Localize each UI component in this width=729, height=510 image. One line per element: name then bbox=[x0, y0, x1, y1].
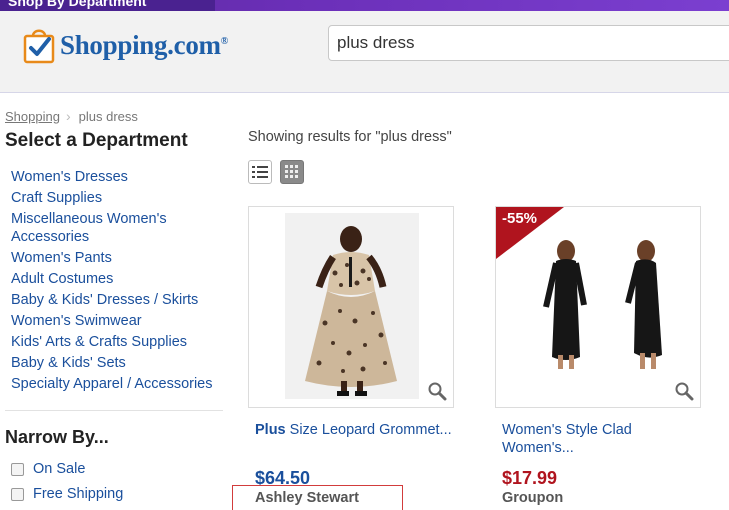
filter-label: Free Shipping bbox=[33, 486, 124, 502]
narrow-by-heading: Narrow By... bbox=[5, 427, 109, 447]
breadcrumb-home-link[interactable]: Shopping bbox=[5, 109, 60, 124]
department-link[interactable]: Kids' Arts & Crafts Supplies bbox=[11, 333, 226, 351]
grid-view-button[interactable] bbox=[280, 160, 304, 184]
chevron-right-icon: › bbox=[65, 108, 71, 124]
grid-view-icon bbox=[285, 165, 298, 178]
breadcrumb-current: plus dress bbox=[78, 108, 138, 124]
department-link[interactable]: Baby & Kids' Sets bbox=[11, 354, 226, 372]
list-view-icon bbox=[252, 166, 268, 178]
site-header: Shopping.com® bbox=[0, 11, 729, 93]
on-sale-checkbox[interactable] bbox=[11, 462, 24, 476]
department-link[interactable]: Baby & Kids' Dresses / Skirts bbox=[11, 291, 226, 309]
free-shipping-checkbox[interactable] bbox=[11, 487, 24, 501]
seller-highlight-box bbox=[232, 485, 403, 510]
shop-by-department-tab[interactable]: Shop By Department bbox=[0, 0, 215, 11]
filter-on-sale[interactable]: On Sale bbox=[11, 461, 85, 477]
department-link[interactable]: Women's Pants bbox=[11, 249, 226, 267]
product-title-link[interactable]: Plus Size Leopard Grommet... bbox=[255, 421, 455, 439]
product-title-link[interactable]: Women's Style Clad Women's... bbox=[502, 421, 702, 457]
product-card[interactable]: -55% bbox=[495, 206, 701, 408]
top-nav-bar: Shop By Department bbox=[0, 0, 729, 11]
product-seller[interactable]: Groupon bbox=[502, 490, 563, 506]
product-image[interactable] bbox=[285, 213, 419, 399]
department-link[interactable]: Adult Costumes bbox=[11, 270, 226, 288]
search-box[interactable] bbox=[328, 25, 729, 61]
list-view-button[interactable] bbox=[248, 160, 272, 184]
department-link[interactable]: Women's Dresses bbox=[11, 168, 226, 186]
shop-by-department-label: Shop By Department bbox=[8, 0, 147, 9]
site-logo[interactable]: Shopping.com® bbox=[22, 25, 228, 65]
shopping-bag-icon bbox=[22, 26, 56, 64]
product-card[interactable] bbox=[248, 206, 454, 408]
sidebar-divider bbox=[5, 410, 223, 411]
filter-label: On Sale bbox=[33, 461, 86, 477]
department-link[interactable]: Specialty Apparel / Accessories bbox=[11, 375, 226, 393]
results-summary: Showing results for "plus dress" bbox=[248, 129, 452, 145]
breadcrumb: Shopping › plus dress bbox=[5, 108, 138, 124]
department-heading: Select a Department bbox=[5, 130, 188, 151]
department-list: Women's Dresses Craft Supplies Miscellan… bbox=[11, 168, 226, 396]
filter-free-shipping[interactable]: Free Shipping bbox=[11, 486, 123, 502]
department-link[interactable]: Women's Swimwear bbox=[11, 312, 226, 330]
department-link[interactable]: Craft Supplies bbox=[11, 189, 226, 207]
zoom-icon[interactable] bbox=[427, 381, 447, 401]
discount-badge: -55% bbox=[502, 210, 538, 227]
logo-wordmark: Shopping.com® bbox=[60, 29, 228, 60]
department-link[interactable]: Miscellaneous Women's Accessories bbox=[11, 210, 226, 246]
search-input[interactable] bbox=[329, 26, 729, 60]
zoom-icon[interactable] bbox=[674, 381, 694, 401]
product-price: $17.99 bbox=[502, 468, 558, 488]
